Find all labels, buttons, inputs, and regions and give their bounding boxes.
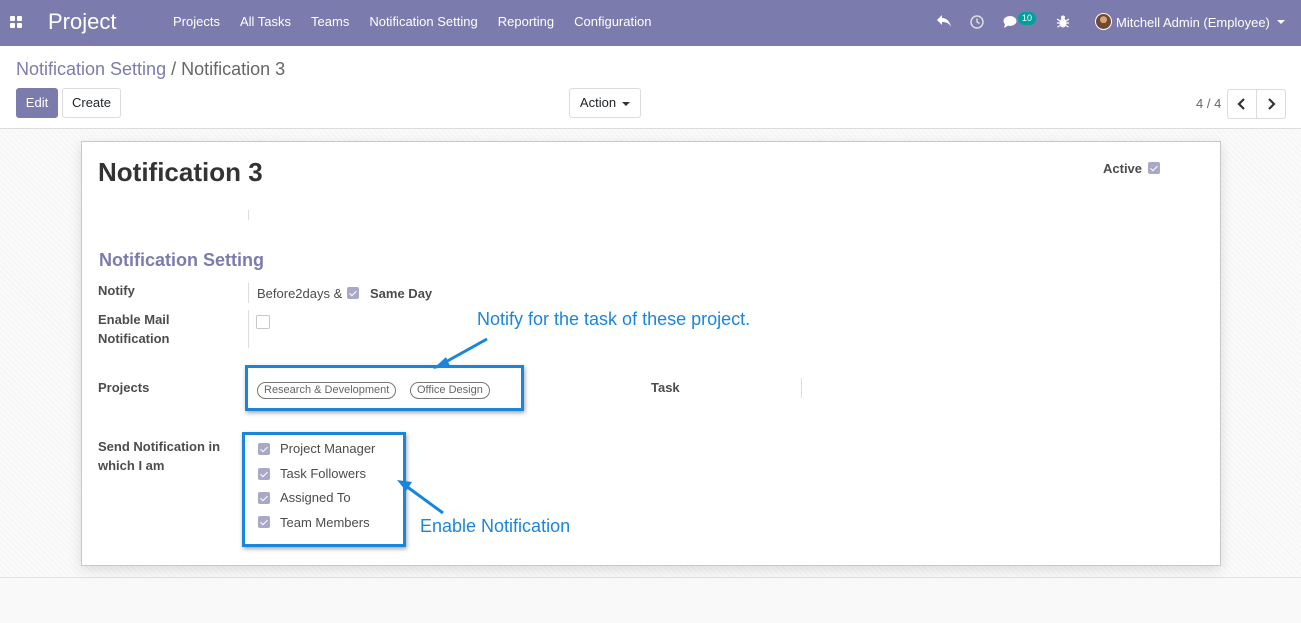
control-panel: Notification Setting / Notification 3 Ed… — [0, 46, 1301, 129]
action-dropdown-button[interactable]: Action — [569, 88, 641, 118]
menu-item-teams[interactable]: Teams — [301, 14, 359, 29]
send-annotation-text: Enable Notification — [420, 516, 571, 536]
active-label: Active — [1103, 161, 1143, 176]
section-title: Notification Setting — [99, 250, 264, 270]
menu-item-projects[interactable]: Projects — [163, 14, 230, 29]
chat-icon[interactable] — [1003, 15, 1019, 29]
clock-icon[interactable] — [970, 15, 984, 29]
user-avatar[interactable] — [1095, 13, 1112, 30]
send-notification-label: Send Notification in which I am — [98, 439, 221, 473]
menu-item-notification-setting[interactable]: Notification Setting — [359, 14, 487, 29]
field-separator — [248, 310, 249, 348]
caret-down-icon — [622, 101, 631, 106]
pager-next-button[interactable] — [1256, 89, 1286, 119]
chevron-left-icon — [1237, 98, 1245, 110]
field-separator — [801, 378, 802, 398]
apps-icon[interactable] — [10, 16, 22, 28]
field-separator — [248, 283, 249, 303]
app-brand[interactable]: Project — [48, 9, 116, 35]
edit-button[interactable]: Edit — [16, 88, 58, 118]
notify-label: Notify — [98, 283, 135, 298]
projects-label: Projects — [98, 380, 150, 395]
record-title: Notification 3 — [98, 157, 263, 187]
main-menu: Projects All Tasks Teams Notification Se… — [163, 14, 661, 29]
notify-value: Before2days & — [257, 286, 343, 301]
same-day-label: Same Day — [370, 286, 433, 301]
chevron-right-icon — [1268, 98, 1276, 110]
menu-item-all-tasks[interactable]: All Tasks — [230, 14, 301, 29]
field-separator — [248, 210, 249, 220]
active-checkbox[interactable] — [1148, 162, 1160, 174]
top-navbar: Project Projects All Tasks Teams Notific… — [0, 0, 1301, 46]
menu-item-reporting[interactable]: Reporting — [488, 14, 564, 29]
pager-value[interactable]: 4 / 4 — [1196, 96, 1221, 111]
action-label: Action — [579, 95, 617, 110]
chevron-down-icon[interactable] — [1277, 20, 1285, 24]
create-button[interactable]: Create — [62, 88, 121, 118]
messages-badge: 10 — [1018, 12, 1037, 25]
bug-icon[interactable] — [1056, 14, 1070, 29]
notify-before-checkbox[interactable] — [347, 287, 359, 299]
send-options-highlight-box — [242, 432, 406, 547]
enable-mail-checkbox[interactable] — [256, 315, 270, 329]
projects-annotation-text: Notify for the task of these project. — [477, 309, 751, 329]
enable-mail-label: Enable Mail Notification — [98, 312, 170, 346]
menu-item-configuration[interactable]: Configuration — [564, 14, 661, 29]
task-label: Task — [651, 380, 680, 395]
breadcrumb-parent[interactable]: Notification Setting — [16, 59, 166, 79]
pager-previous-button[interactable] — [1227, 89, 1257, 119]
breadcrumb-current: Notification 3 — [181, 59, 286, 79]
projects-highlight-box — [245, 365, 524, 411]
breadcrumb: Notification Setting / Notification 3 — [16, 59, 285, 80]
undo-icon[interactable] — [936, 14, 952, 28]
breadcrumb-separator: / — [166, 59, 182, 79]
user-menu[interactable]: Mitchell Admin (Employee) — [1116, 15, 1270, 30]
